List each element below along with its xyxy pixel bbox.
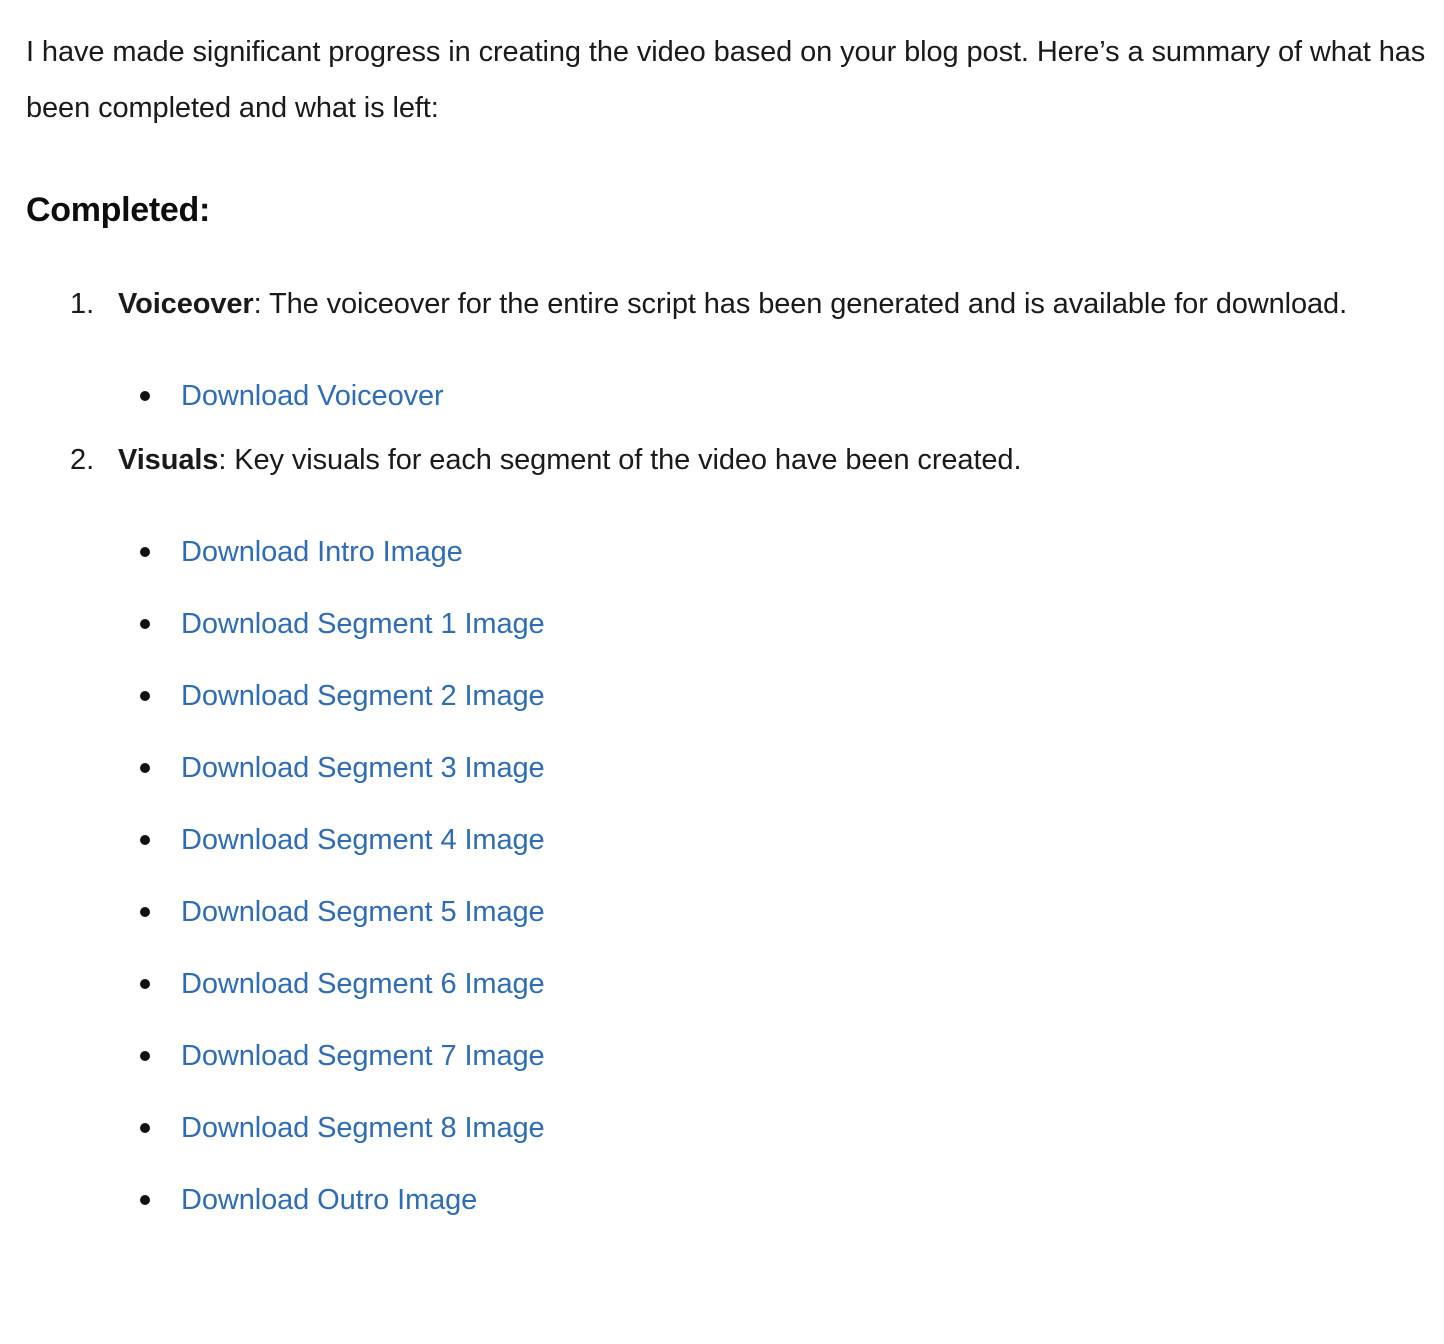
list-marker: 2. (70, 444, 95, 476)
list-item: Download Segment 7 Image (118, 1020, 1436, 1092)
bullet-icon (140, 691, 150, 701)
bullet-icon (140, 835, 150, 845)
download-segment-2-image-link[interactable]: Download Segment 2 Image (181, 680, 545, 712)
document-body: I have made significant progress in crea… (0, 0, 1444, 1236)
visuals-download-list: Download Intro Image Download Segment 1 … (118, 516, 1436, 1236)
bullet-icon (140, 619, 150, 629)
task-description: Visuals: Key visuals for each segment of… (118, 432, 1358, 488)
intro-paragraph: I have made significant progress in crea… (26, 36, 1426, 124)
task-description: Voiceover: The voiceover for the entire … (118, 276, 1358, 332)
download-intro-image-link[interactable]: Download Intro Image (181, 536, 463, 568)
bullet-icon (140, 1123, 150, 1133)
list-item: Download Segment 6 Image (118, 948, 1436, 1020)
list-item: Download Segment 3 Image (118, 732, 1436, 804)
task-item-voiceover: 1. Voiceover: The voiceover for the enti… (26, 276, 1436, 432)
download-voiceover-link[interactable]: Download Voiceover (181, 380, 444, 412)
list-item: Download Segment 2 Image (118, 660, 1436, 732)
bullet-icon (140, 1051, 150, 1061)
task-item-visuals: 2. Visuals: Key visuals for each segment… (26, 432, 1436, 1236)
task-label: Visuals (118, 444, 219, 476)
task-separator: : (253, 288, 269, 320)
download-outro-image-link[interactable]: Download Outro Image (181, 1184, 477, 1216)
bullet-icon (140, 547, 150, 557)
list-item: Download Segment 5 Image (118, 876, 1436, 948)
task-body-text: The voiceover for the entire script has … (268, 288, 1348, 320)
list-item: Download Segment 8 Image (118, 1092, 1436, 1164)
download-segment-5-image-link[interactable]: Download Segment 5 Image (181, 896, 545, 928)
list-item: Download Outro Image (118, 1164, 1436, 1236)
download-segment-1-image-link[interactable]: Download Segment 1 Image (181, 608, 545, 640)
bullet-icon (140, 907, 150, 917)
voiceover-download-list: Download Voiceover (118, 360, 1436, 432)
bullet-icon (140, 391, 150, 401)
download-segment-4-image-link[interactable]: Download Segment 4 Image (181, 824, 545, 856)
task-separator: : (218, 444, 235, 476)
task-body-text: Key visuals for each segment of the vide… (234, 444, 1022, 476)
list-item: Download Voiceover (118, 360, 1436, 432)
download-segment-8-image-link[interactable]: Download Segment 8 Image (181, 1112, 545, 1144)
list-item: Download Segment 1 Image (118, 588, 1436, 660)
task-label: Voiceover (118, 288, 254, 320)
bullet-icon (140, 979, 150, 989)
list-item: Download Segment 4 Image (118, 804, 1436, 876)
download-segment-7-image-link[interactable]: Download Segment 7 Image (181, 1040, 545, 1072)
bullet-icon (140, 1195, 150, 1205)
list-item: Download Intro Image (118, 516, 1436, 588)
download-segment-6-image-link[interactable]: Download Segment 6 Image (181, 968, 545, 1000)
section-heading-completed: Completed: (26, 191, 211, 229)
completed-task-list: 1. Voiceover: The voiceover for the enti… (26, 276, 1436, 1236)
list-marker: 1. (70, 288, 95, 320)
download-segment-3-image-link[interactable]: Download Segment 3 Image (181, 752, 545, 784)
bullet-icon (140, 763, 150, 773)
